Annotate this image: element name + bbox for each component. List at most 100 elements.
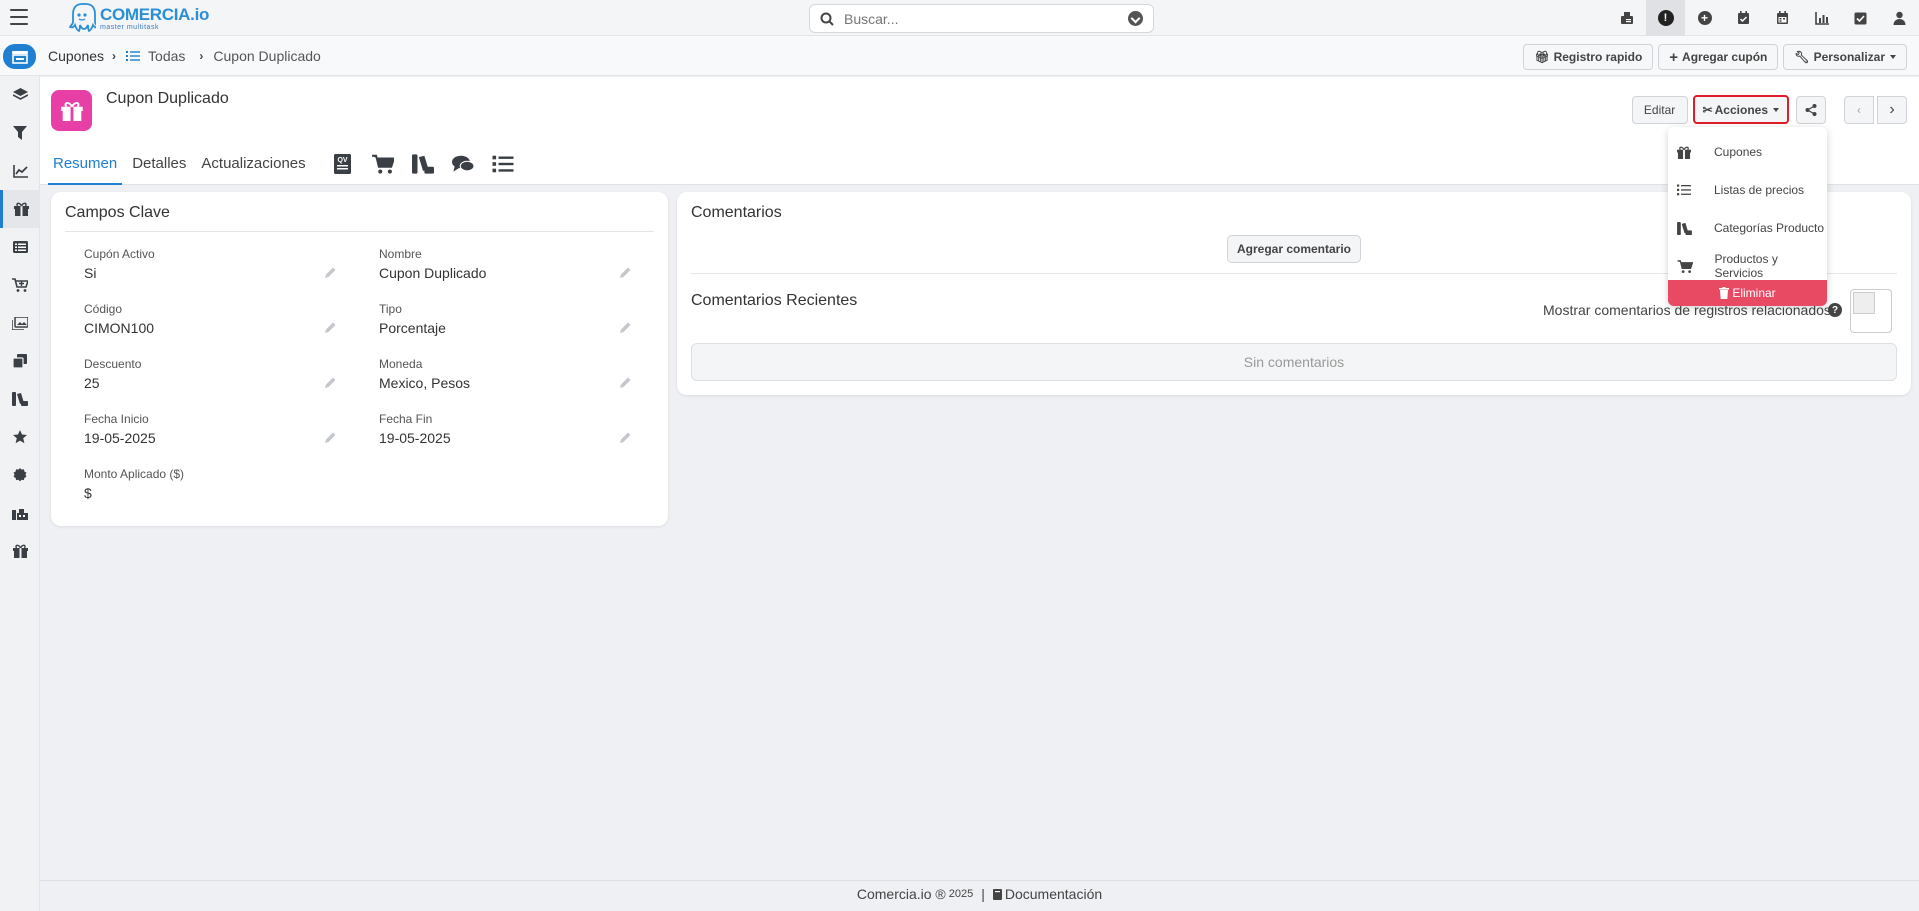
pencil-icon[interactable] [618,376,632,390]
pencil-icon[interactable] [323,321,337,335]
breadcrumb-module[interactable]: Cupones [48,48,104,64]
list-alt-icon[interactable] [0,228,40,266]
pencil-icon[interactable] [618,321,632,335]
delete-button[interactable]: Eliminar [1668,280,1827,306]
share-icon [1805,103,1817,116]
help-icon[interactable]: ? [1828,303,1842,317]
actions-button[interactable]: ✂︎ Acciones [1692,95,1789,124]
search-dropdown-icon[interactable] [1128,11,1143,26]
field-label-fecha-fin: Fecha Fin [379,412,433,426]
documentation-link[interactable]: Documentación [1005,886,1102,902]
add-coupon-label: Agregar cupón [1682,50,1768,64]
add-comment-button[interactable]: Agregar comentario [1227,235,1361,263]
module-home-button[interactable] [3,44,36,69]
badge-icon[interactable] [0,456,40,494]
logo-subtitle: master multitask [100,23,159,31]
field-label-descuento: Descuento [84,357,142,371]
dropdown-item-label: Categorías Producto [1714,221,1825,235]
pencil-icon[interactable] [323,266,337,280]
pencil-icon[interactable] [323,431,337,445]
pencil-icon[interactable] [618,266,632,280]
dropdown-item-listas-de-precios[interactable]: Listas de precios [1668,171,1827,209]
field-value-nombre: Cupon Duplicado [379,265,487,281]
page-title: Cupon Duplicado [106,90,229,107]
footer-brand: Comercia.io ® [856,886,946,902]
key-fields-title: Campos Clave [65,204,170,221]
actions-label: Acciones [1714,102,1768,117]
user-icon[interactable] [1880,0,1919,36]
field-label-moneda: Moneda [379,357,423,371]
dropdown-item-categorias-producto[interactable]: Categorías Producto [1668,209,1827,247]
footer-separator: | [981,886,985,902]
field-value-fecha-fin: 19-05-2025 [379,430,451,446]
breadcrumb-list[interactable]: Todas [148,48,185,64]
tab-detalles[interactable]: Detalles [127,143,191,185]
layers-icon[interactable] [0,76,40,114]
list-icon [126,51,141,61]
logo-title: COMERCIA.io [100,4,210,24]
customize-label: Personalizar [1813,50,1885,64]
plus-circle-icon[interactable]: + [1685,0,1724,36]
tab-resumen[interactable]: Resumen [48,143,123,185]
fax-icon[interactable] [1607,0,1646,36]
alert-icon[interactable]: ! [1646,0,1685,36]
show-related-toggle[interactable] [1850,289,1892,333]
pencil-icon[interactable] [618,431,632,445]
filter-icon[interactable] [0,114,40,152]
gift-alt-icon[interactable] [0,532,40,570]
octopus-logo-icon [68,3,96,33]
comments-icon[interactable] [450,151,476,177]
images-icon[interactable] [0,304,40,342]
gift-icon: 🎁︎ [1534,50,1550,64]
field-value-monto-aplicado: $ [84,485,92,501]
next-record-button[interactable]: › [1877,95,1907,124]
list-icon[interactable] [490,151,516,177]
chart-icon[interactable] [1802,0,1841,36]
copy-icon[interactable] [0,342,40,380]
field-label-cupon-activo: Cupón Activo [84,247,155,261]
field-label-monto-aplicado: Monto Aplicado ($) [84,467,185,481]
categories-icon[interactable] [410,151,436,177]
chevron-right-icon: › [199,49,204,63]
calendar-check-icon[interactable] [1724,0,1763,36]
caret-down-icon [1890,55,1896,59]
cart-icon[interactable] [370,151,396,177]
global-search[interactable] [809,4,1154,33]
top-bar: COMERCIA.io master multitask ! + [0,0,1919,36]
checkbox-icon[interactable] [1841,0,1880,36]
tab-actualizaciones[interactable]: Actualizaciones [196,143,310,185]
search-input[interactable] [844,10,1128,27]
chart-line-icon[interactable] [0,152,40,190]
share-button[interactable] [1796,95,1826,124]
gift-icon[interactable] [0,190,40,228]
cart-plus-icon[interactable] [0,266,40,304]
quick-create-label: Registro rapido [1553,50,1643,64]
dropdown-item-label: Productos y Servicios [1714,252,1778,280]
pencil-icon[interactable] [323,376,337,390]
warehouse-icon[interactable] [0,494,40,532]
breadcrumb-record: Cupon Duplicado [213,48,321,64]
field-label-tipo: Tipo [379,302,402,316]
logo[interactable]: COMERCIA.io master multitask [68,2,209,34]
customize-button[interactable]: 🔧︎ Personalizar [1783,44,1907,70]
trash-icon [1719,287,1730,299]
previous-record-button[interactable]: ‹ [1844,95,1874,124]
field-label-codigo: Código [84,302,123,316]
quote-document-icon[interactable]: QV [330,151,356,177]
field-value-descuento: 25 [84,375,100,391]
star-icon[interactable] [0,418,40,456]
categories-icon[interactable] [0,380,40,418]
add-coupon-button[interactable]: + Agregar cupón [1658,44,1779,70]
footer-year: 2025 [948,888,974,900]
calendar-icon[interactable] [1763,0,1802,36]
categories-icon [1677,221,1699,235]
edit-button[interactable]: Editar [1631,95,1688,124]
dropdown-item-cupones[interactable]: Cupones [1668,133,1827,171]
divider [65,231,654,232]
left-sidebar [0,76,40,911]
menu-icon[interactable] [10,9,28,25]
quick-create-button[interactable]: 🎁︎ Registro rapido [1523,44,1654,70]
search-icon [820,12,834,26]
field-value-tipo: Porcentaje [379,320,446,336]
svg-text:QV: QV [338,157,348,164]
